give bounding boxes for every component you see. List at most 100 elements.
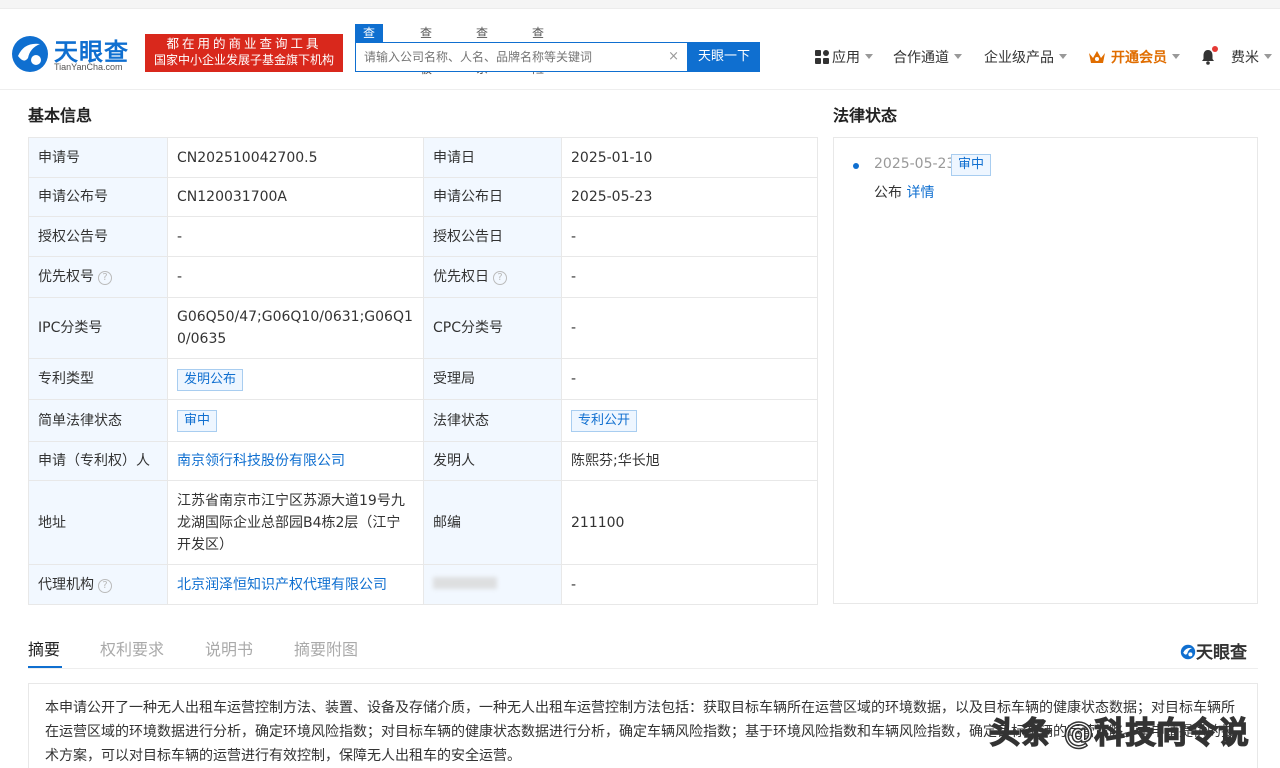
legal-event-label: 公布 <box>874 185 902 201</box>
field-label: 申请（专利权）人 <box>28 441 168 481</box>
watermark: 头条 @科技向令说 <box>989 715 1250 752</box>
postal-code: 211100 <box>561 480 818 565</box>
nav-apps-label: 应用 <box>832 50 860 66</box>
brand-mark: 天眼查 <box>1180 638 1247 663</box>
nav-enterprise-label: 企业级产品 <box>984 50 1054 66</box>
caret-down-icon <box>1264 54 1272 59</box>
status-badge: 审中 <box>951 154 992 176</box>
application-number: CN202510042700.5 <box>167 137 424 178</box>
table-row: 授权公告号 - 授权公告日 - <box>28 216 818 257</box>
brand-name: 天眼查 <box>1196 643 1247 663</box>
search-tab-risk[interactable]: 查风险 <box>532 24 544 76</box>
logo-mark-icon <box>12 36 48 72</box>
redacted-label <box>433 576 497 589</box>
grant-number: - <box>167 216 424 257</box>
nav-vip-label: 开通会员 <box>1111 50 1167 66</box>
field-label: 申请公布号 <box>28 177 168 217</box>
field-label: 邮编 <box>423 480 562 565</box>
field-label: 简单法律状态 <box>28 399 168 442</box>
applicant-cell: 南京领行科技股份有限公司 <box>167 441 424 481</box>
table-row: 专利类型 发明公布 受理局 - <box>28 358 818 400</box>
help-circle-icon[interactable]: ? <box>98 271 112 285</box>
ipc-codes: G06Q50/47;G06Q10/0631;G06Q10/0635 <box>167 297 424 359</box>
receiving-office: - <box>561 358 818 400</box>
applicant-link[interactable]: 南京领行科技股份有限公司 <box>177 453 345 469</box>
agency-link[interactable]: 北京润泽恒知识产权代理有限公司 <box>177 577 387 593</box>
nav-cooperation-label: 合作通道 <box>893 50 949 66</box>
table-row: 优先权号? - 优先权日? - <box>28 256 818 298</box>
legal-detail-link[interactable]: 详情 <box>906 185 934 201</box>
patent-type-cell: 发明公布 <box>167 358 424 400</box>
help-circle-icon[interactable]: ? <box>98 578 112 593</box>
caret-down-icon <box>1172 54 1180 59</box>
field-label: 受理局 <box>423 358 562 400</box>
basic-info-table: 申请号 CN202510042700.5 申请日 2025-01-10 申请公布… <box>28 137 818 605</box>
nav-apps[interactable]: 应用 <box>815 48 873 68</box>
priority-number-label: 优先权号 <box>38 269 94 285</box>
nav-cooperation[interactable]: 合作通道 <box>893 48 962 68</box>
blurred-label <box>423 564 562 605</box>
simple-legal-status-cell: 审中 <box>167 399 424 442</box>
nav-user-label: 费米 <box>1231 50 1259 66</box>
address: 江苏省南京市江宁区苏源大道19号九龙湖国际企业总部园B4栋2层（江宁开发区） <box>167 480 424 565</box>
slogan-banner: 都在用的商业查询工具 国家中小企业发展子基金旗下机构 <box>145 34 343 72</box>
field-label: 法律状态 <box>423 399 562 442</box>
tab-description[interactable]: 说明书 <box>205 636 253 660</box>
notification-dot <box>1212 46 1218 52</box>
top-strip <box>0 0 1280 9</box>
field-label: 发明人 <box>423 441 562 481</box>
field-label: 申请日 <box>423 137 562 178</box>
priority-date-label: 优先权日 <box>433 269 489 285</box>
status-badge: 专利公开 <box>571 410 638 432</box>
logo-mark-icon <box>1180 644 1196 660</box>
table-row: IPC分类号 G06Q50/47;G06Q10/0631;G06Q10/0635… <box>28 297 818 359</box>
site-header: 天眼查 TianYanCha.com 都在用的商业查询工具 国家中小企业发展子基… <box>0 10 1280 90</box>
nav-user[interactable]: 费米 <box>1231 48 1272 68</box>
patent-type-tag: 发明公布 <box>177 368 244 391</box>
legal-event-date: 2025-05-23 <box>874 156 956 172</box>
status-badge: 审中 <box>177 410 218 432</box>
notifications-button[interactable] <box>1200 46 1218 68</box>
help-circle-icon[interactable]: ? <box>493 271 507 285</box>
apps-grid-icon <box>815 50 829 64</box>
nav-enterprise[interactable]: 企业级产品 <box>984 48 1067 68</box>
search-input[interactable] <box>356 43 656 71</box>
cpc-codes: - <box>561 297 818 359</box>
caret-down-icon <box>954 54 962 59</box>
field-label: 申请号 <box>28 137 168 178</box>
table-row: 地址 江苏省南京市江宁区苏源大道19号九龙湖国际企业总部园B4栋2层（江宁开发区… <box>28 480 818 565</box>
caret-down-icon <box>865 54 873 59</box>
field-label: 代理机构? <box>28 564 168 605</box>
field-label: CPC分类号 <box>423 297 562 359</box>
field-label: 地址 <box>28 480 168 565</box>
tab-claims[interactable]: 权利要求 <box>100 636 164 660</box>
field-label: 授权公告日 <box>423 216 562 257</box>
caret-down-icon <box>1059 54 1067 59</box>
search-tab-relation[interactable]: 查关系 <box>476 24 488 76</box>
priority-date: - <box>561 256 818 298</box>
tab-abstract[interactable]: 摘要 <box>28 636 60 660</box>
table-row: 代理机构? 北京润泽恒知识产权代理有限公司 - <box>28 564 818 605</box>
tab-abstract-drawing[interactable]: 摘要附图 <box>294 636 358 660</box>
table-row: 申请公布号 CN120031700A 申请公布日 2025-05-23 <box>28 177 818 217</box>
agent-value: - <box>561 564 818 605</box>
table-row: 申请（专利权）人 南京领行科技股份有限公司 发明人 陈熙芬;华长旭 <box>28 441 818 481</box>
timeline-dot <box>853 163 859 169</box>
application-date: 2025-01-10 <box>561 137 818 178</box>
logo-domain: TianYanCha.com <box>54 62 123 72</box>
field-label: 优先权日? <box>423 256 562 298</box>
search-tab-company[interactable]: 查公司 <box>355 24 384 76</box>
search-button[interactable]: 天眼一下 <box>688 42 760 72</box>
field-label: 专利类型 <box>28 358 168 400</box>
search-tab-boss[interactable]: 查老板 <box>420 24 432 76</box>
agency-label: 代理机构 <box>38 576 94 593</box>
agency-cell: 北京润泽恒知识产权代理有限公司 <box>167 564 424 605</box>
search-box: × <box>355 42 688 72</box>
field-label: 优先权号? <box>28 256 168 298</box>
table-row: 简单法律状态 审中 法律状态 专利公开 <box>28 399 818 442</box>
clear-icon[interactable]: × <box>668 49 679 64</box>
table-row: 申请号 CN202510042700.5 申请日 2025-01-10 <box>28 137 818 178</box>
nav-vip[interactable]: 开通会员 <box>1088 48 1180 68</box>
logo[interactable]: 天眼查 TianYanCha.com <box>10 32 140 76</box>
tab-divider <box>28 668 1258 669</box>
